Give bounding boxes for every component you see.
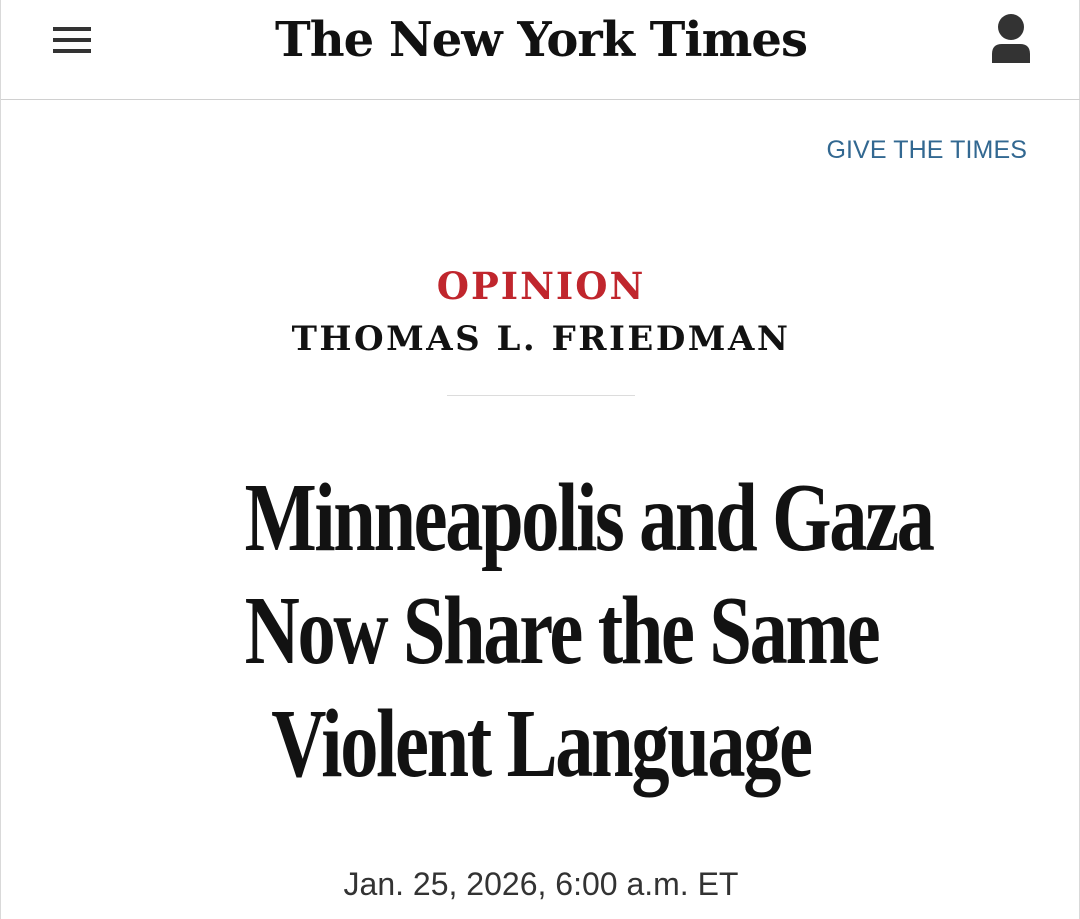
page-frame: The New York Times GIVE THE TIMES OPINIO… — [0, 0, 1080, 919]
nyt-logo[interactable]: The New York Times — [1, 0, 1080, 80]
give-the-times-link[interactable]: GIVE THE TIMES — [826, 136, 1027, 165]
masthead: The New York Times — [1, 0, 1080, 100]
headline-line: Minneapolis and Gaza — [244, 464, 935, 572]
headline-line: Now Share the Same — [244, 577, 881, 685]
publish-date: Jan. 25, 2026, 6:00 a.m. ET — [343, 866, 739, 902]
section-label[interactable]: OPINION — [1, 264, 1080, 308]
divider — [447, 395, 635, 396]
article-headline: Minneapolis and Gaza Now Share the Same … — [244, 462, 935, 801]
user-account-icon — [992, 14, 1030, 63]
author-byline[interactable]: THOMAS L. FRIEDMAN — [1, 318, 1080, 360]
account-button[interactable] — [989, 12, 1033, 64]
headline-line: Violent Language — [271, 690, 813, 798]
